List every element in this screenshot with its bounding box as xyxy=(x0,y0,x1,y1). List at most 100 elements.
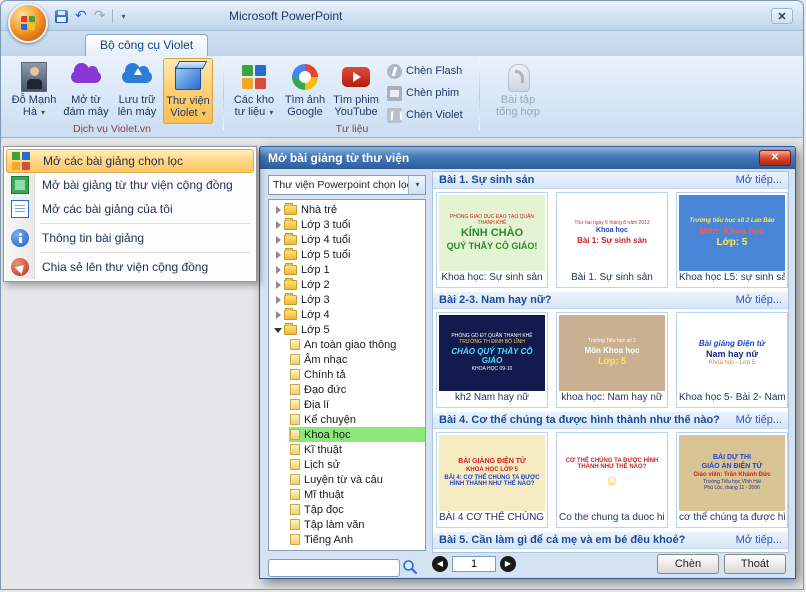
tree-item[interactable]: Nhà trẻ xyxy=(269,202,425,217)
office-logo-icon xyxy=(21,16,35,30)
menu-separator xyxy=(40,223,250,224)
chevron-down-icon[interactable]: ▾ xyxy=(408,176,425,194)
lesson-thumbnail[interactable]: BÀI DỰ THI GIÁO ÁN ĐIỆN TỬ Giáo viên: Trần… xyxy=(676,432,788,528)
ribbon-button-insert-movie[interactable]: Chèn phim xyxy=(387,83,473,103)
group-separator xyxy=(479,60,480,130)
menu-item-label: Chia sẻ lên thư viện cộng đồng xyxy=(42,260,209,274)
ribbon-button-youtube-search[interactable]: Tìm phim YouTube xyxy=(331,58,381,124)
ribbon-button-resource-stores[interactable]: Các kho tư liệu ▾ xyxy=(229,58,279,124)
expand-arrow-icon[interactable] xyxy=(274,235,284,245)
menu-item-open-community-library[interactable]: Mở bài giảng từ thư viện cộng đồng xyxy=(6,173,254,197)
tree-item[interactable]: Mĩ thuật xyxy=(269,487,425,502)
slide-text: ☺ xyxy=(604,472,620,489)
tree-item[interactable]: Âm nhạc xyxy=(269,352,425,367)
tree-item[interactable]: Kĩ thuật xyxy=(269,442,425,457)
lesson-thumbnail[interactable] xyxy=(436,552,548,553)
menu-item-lesson-info[interactable]: Thông tin bài giảng xyxy=(6,226,254,250)
tree-item[interactable]: Luyện từ và câu xyxy=(269,472,425,487)
button-label: tổng hợp xyxy=(496,106,540,118)
tree-item[interactable]: Lớp 4 xyxy=(269,307,425,322)
cloud-icon xyxy=(71,63,101,83)
tree-item[interactable]: An toàn giao thông xyxy=(269,337,425,352)
more-link[interactable]: Mở tiếp... xyxy=(736,174,782,186)
library-icon xyxy=(12,152,30,170)
tree-item[interactable]: Lớp 2 xyxy=(269,277,425,292)
tree-item[interactable]: Tập đọc xyxy=(269,502,425,517)
ribbon-button-store-cloud[interactable]: Lưu trữ lên máy xyxy=(112,58,162,124)
save-icon[interactable] xyxy=(55,9,68,23)
thumbnail-caption: BÀI 4 CƠ THỂ CHÚNG TA xyxy=(439,512,545,523)
ribbon-button-open-cloud[interactable]: Mở từ đám mây xyxy=(61,58,111,124)
exit-button[interactable]: Thoát xyxy=(724,554,786,574)
button-label: Đỗ Mạnh xyxy=(11,94,57,106)
more-link[interactable]: Mở tiếp... xyxy=(736,534,782,546)
tree-item[interactable]: Kể chuyện xyxy=(269,412,425,427)
insert-button[interactable]: Chèn xyxy=(657,554,719,574)
prev-page-button[interactable]: ◀ xyxy=(432,556,448,572)
lesson-thumbnail[interactable]: PHÒNG GD ĐT QUẬN THANH KHÊ TRƯỜNG TH ĐINH… xyxy=(436,312,548,408)
tree-item[interactable]: Đạo đức xyxy=(269,382,425,397)
lesson-thumbnail[interactable]: BÀI GIẢNG ĐIỆN TỬ KHOA HỌC LỚP 5 BÀI 4: CƠ… xyxy=(436,432,548,528)
ribbon-button-violet-library[interactable]: Thư viện Violet ▾ xyxy=(163,58,213,124)
lesson-thumbnail[interactable]: CƠ THỂ CHÚNG TA ĐƯỢC HÌNH THÀNH NHƯ THẾ … xyxy=(556,432,668,528)
button-label: Tìm ảnh xyxy=(284,94,326,106)
next-page-button[interactable]: ▶ xyxy=(500,556,516,572)
tree-item[interactable]: Lớp 5 tuổi xyxy=(269,247,425,262)
expand-arrow-icon[interactable] xyxy=(274,250,284,260)
lesson-thumbnail[interactable]: PHÒNG GIÁO DỤC ĐÀO TẠO QUẬN THANH KHÊ KÍN… xyxy=(436,192,548,288)
expand-arrow-icon[interactable] xyxy=(274,205,284,215)
more-link[interactable]: Mở tiếp... xyxy=(736,294,782,306)
lesson-thumbnail[interactable]: PHÒNG GD-ĐT QUẬN THANH KHÊ xyxy=(556,552,668,553)
expand-arrow-icon[interactable] xyxy=(274,220,284,230)
qat-dropdown-icon[interactable]: ▾ xyxy=(121,12,125,21)
search-icon[interactable] xyxy=(402,559,418,575)
window-close-button[interactable]: ✕ xyxy=(771,8,793,24)
tree-item[interactable]: Tập làm văn xyxy=(269,517,425,532)
tree-item[interactable]: Lớp 3 tuổi xyxy=(269,217,425,232)
tree-item[interactable]: Chính tả xyxy=(269,367,425,382)
tree-item[interactable]: Lớp 3 xyxy=(269,292,425,307)
lesson-thumbnail[interactable]: Trường Tiểu học số 2 Môn Khoa học Lớp: 5 kh… xyxy=(556,312,668,408)
undo-icon[interactable]: ↶ xyxy=(75,8,87,24)
lesson-thumbnail[interactable]: Trường tiểu học số 2 Lao Bảo Môn: Khoa họ… xyxy=(676,192,788,288)
tree-item[interactable]: Lớp 4 tuổi xyxy=(269,232,425,247)
expand-arrow-icon[interactable] xyxy=(274,265,284,275)
expand-arrow-icon[interactable] xyxy=(274,295,284,305)
ribbon-button-insert-flash[interactable]: Chèn Flash xyxy=(387,61,473,81)
more-link[interactable]: Mở tiếp... xyxy=(736,414,782,426)
tree-item[interactable]: Khoa học xyxy=(269,427,425,442)
ribbon-button-account[interactable]: Đỗ Mạnh Hà ▾ xyxy=(9,58,59,124)
office-button[interactable] xyxy=(8,3,48,43)
slide-text: BÀI GIẢNG ĐIỆN TỬ xyxy=(458,457,526,465)
tab-bo-cong-cu-violet[interactable]: Bộ công cụ Violet xyxy=(85,34,209,57)
thumbnail-caption: Khoa học L5: sự sinh sản xyxy=(679,272,785,283)
menu-item-open-my-lessons[interactable]: Mở các bài giảng của tôi xyxy=(6,197,254,221)
slide-preview: CƠ THỂ CHÚNG TA ĐƯỢC HÌNH THÀNH NHƯ THẾ … xyxy=(559,435,665,511)
lesson-thumbnail[interactable]: PHÒNG GIÁO DỤC QUẬN THANH KHÊ xyxy=(676,552,788,553)
info-icon xyxy=(11,229,29,247)
tree-item[interactable]: Tiếng Anh xyxy=(269,532,425,547)
collapse-arrow-icon[interactable] xyxy=(274,325,284,335)
tree-item-label: Tập làm văn xyxy=(304,518,365,531)
search-input[interactable] xyxy=(268,559,400,577)
lesson-thumbnail[interactable]: Bài giảng Điện tử Nam hay nữ Khoa học - Lớ… xyxy=(676,312,788,408)
library-select[interactable]: Thư viện Powerpoint chọn lọc ▾ xyxy=(268,175,426,195)
dialog-close-button[interactable]: ✕ xyxy=(759,150,791,166)
menu-item-share-to-community[interactable]: Chia sẻ lên thư viện cộng đồng xyxy=(6,255,254,279)
page-number-input[interactable] xyxy=(452,556,496,572)
menu-item-open-selected-lessons[interactable]: Mở các bài giảng chọn lọc xyxy=(6,149,254,173)
document-icon xyxy=(290,339,300,350)
lesson-thumbnail[interactable]: Thứ hai ngày 6 tháng 8 năm 2013 Khoa học B… xyxy=(556,192,668,288)
section-header: Bài 2-3. Nam hay nữ? Mở tiếp... xyxy=(433,292,788,309)
folder-icon xyxy=(284,292,297,305)
ribbon-button-google-images[interactable]: Tìm ảnh Google xyxy=(280,58,330,124)
tree-item[interactable]: Lịch sử xyxy=(269,457,425,472)
expand-arrow-icon[interactable] xyxy=(274,280,284,290)
ribbon-button-insert-violet[interactable]: Chèn Violet xyxy=(387,105,473,125)
tree-item[interactable]: Lớp 5 xyxy=(269,322,425,337)
expand-arrow-icon[interactable] xyxy=(274,310,284,320)
tree-item[interactable]: Địa lí xyxy=(269,397,425,412)
folder-icon xyxy=(284,202,297,215)
ribbon-button-exercises-disabled: Bài tập tổng hợp xyxy=(487,58,549,124)
tree-item[interactable]: Lớp 1 xyxy=(269,262,425,277)
